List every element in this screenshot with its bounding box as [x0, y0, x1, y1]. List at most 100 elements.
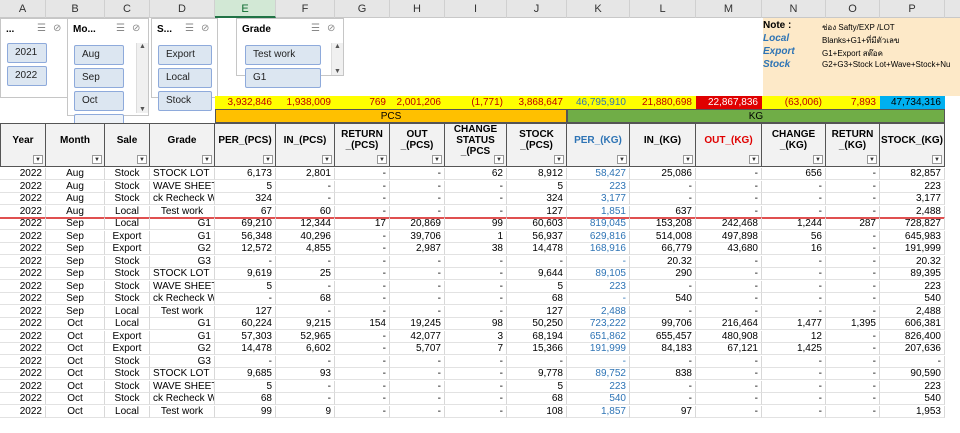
table-cell[interactable]: 324 [507, 193, 567, 205]
table-cell[interactable]: - [390, 305, 445, 318]
table-cell[interactable]: 2022 [0, 293, 46, 305]
table-cell[interactable]: Sep [46, 293, 105, 305]
table-cell[interactable]: 38 [445, 243, 507, 255]
slicer-item[interactable]: Export [158, 45, 212, 65]
table-cell[interactable]: 68 [507, 293, 567, 305]
filter-dropdown-icon[interactable]: ▼ [494, 155, 504, 164]
table-cell[interactable]: 4,855 [276, 243, 335, 255]
table-cell[interactable]: - [445, 405, 507, 418]
table-cell[interactable]: 2022 [0, 230, 46, 243]
table-cell[interactable]: 723,222 [567, 318, 630, 330]
table-cell[interactable]: 60,603 [507, 218, 567, 230]
table-cell[interactable]: 15,366 [507, 343, 567, 355]
table-cell[interactable]: 68,194 [507, 330, 567, 343]
slicer-scrollbar[interactable]: ▲ ▼ [136, 43, 148, 113]
table-cell[interactable]: - [762, 393, 826, 405]
table-cell[interactable]: 2022 [0, 393, 46, 405]
table-cell[interactable]: 20,869 [390, 218, 445, 230]
table-cell[interactable]: - [445, 255, 507, 268]
table-cell[interactable]: 2022 [0, 205, 46, 218]
table-cell[interactable]: Stock [105, 180, 150, 193]
table-cell[interactable]: G3 [150, 255, 215, 268]
table-cell[interactable]: 56,348 [215, 230, 276, 243]
table-cell[interactable]: Oct [46, 330, 105, 343]
table-cell[interactable]: - [826, 230, 880, 243]
header-7[interactable]: OUT _(PCS) ▼ [390, 123, 445, 167]
table-cell[interactable]: 2022 [0, 243, 46, 255]
table-cell[interactable]: - [696, 305, 762, 318]
table-cell[interactable]: Sep [46, 280, 105, 293]
header-2[interactable]: Sale ▼ [105, 123, 150, 167]
table-cell[interactable]: Local [105, 305, 150, 318]
table-cell[interactable]: - [445, 380, 507, 393]
clear-filter-icon[interactable]: ⊘ [201, 23, 209, 34]
slicer-item[interactable]: Local [158, 68, 212, 88]
table-cell[interactable]: 12 [762, 330, 826, 343]
table-cell[interactable]: - [826, 280, 880, 293]
table-cell[interactable]: - [826, 405, 880, 418]
table-cell[interactable]: Oct [46, 318, 105, 330]
table-cell[interactable]: 67,121 [696, 343, 762, 355]
table-cell[interactable]: 9,685 [215, 368, 276, 380]
table-cell[interactable]: 52,965 [276, 330, 335, 343]
total-cell[interactable]: 3,932,846 [215, 96, 276, 109]
table-cell[interactable]: - [630, 380, 696, 393]
table-cell[interactable]: 25 [276, 268, 335, 280]
total-cell[interactable]: 47,734,316 [880, 96, 945, 109]
table-cell[interactable]: - [826, 393, 880, 405]
total-cell[interactable]: 22,867,836 [696, 96, 762, 109]
header-5[interactable]: IN_(PCS) ▼ [276, 123, 335, 167]
header-14[interactable]: RETURN _(KG) ▼ [826, 123, 880, 167]
table-cell[interactable]: - [630, 180, 696, 193]
table-cell[interactable]: 68 [507, 393, 567, 405]
table-cell[interactable]: 656 [762, 168, 826, 180]
column-letter-i[interactable]: I [445, 0, 507, 18]
table-cell[interactable]: - [276, 355, 335, 368]
table-cell[interactable]: - [445, 293, 507, 305]
table-cell[interactable]: 2,987 [390, 243, 445, 255]
table-cell[interactable]: ck Recheck W [150, 293, 215, 305]
table-cell[interactable]: Sep [46, 255, 105, 268]
total-cell[interactable]: (63,006) [762, 96, 826, 109]
table-cell[interactable]: - [567, 255, 630, 268]
filter-dropdown-icon[interactable]: ▼ [813, 155, 823, 164]
table-cell[interactable]: - [696, 355, 762, 368]
table-cell[interactable]: - [445, 205, 507, 218]
table-cell[interactable]: Export [105, 243, 150, 255]
table-cell[interactable]: Oct [46, 405, 105, 418]
table-cell[interactable]: Stock [105, 380, 150, 393]
multi-select-icon[interactable]: ☰ [311, 23, 320, 34]
table-cell[interactable]: - [826, 243, 880, 255]
total-cell[interactable]: 769 [335, 96, 390, 109]
table-cell[interactable]: - [762, 180, 826, 193]
table-cell[interactable]: - [390, 193, 445, 205]
table-cell[interactable]: - [215, 355, 276, 368]
table-cell[interactable]: - [762, 355, 826, 368]
total-cell[interactable]: (1,771) [445, 96, 507, 109]
table-cell[interactable]: - [335, 230, 390, 243]
table-cell[interactable]: - [335, 180, 390, 193]
table-cell[interactable]: G3 [150, 355, 215, 368]
table-cell[interactable]: 2022 [0, 355, 46, 368]
table-cell[interactable]: - [630, 280, 696, 293]
table-cell[interactable]: Sep [46, 305, 105, 318]
clear-filter-icon[interactable]: ⊘ [327, 23, 335, 34]
table-cell[interactable]: 637 [630, 205, 696, 218]
slicer-item[interactable]: Aug [74, 45, 124, 65]
table-cell[interactable]: 2022 [0, 343, 46, 355]
table-cell[interactable]: 2022 [0, 280, 46, 293]
table-cell[interactable]: 5 [215, 280, 276, 293]
table-cell[interactable]: - [826, 368, 880, 380]
table-cell[interactable]: - [445, 280, 507, 293]
table-cell[interactable]: 2,488 [567, 305, 630, 318]
table-cell[interactable]: 60 [276, 205, 335, 218]
clear-filter-icon[interactable]: ⊘ [53, 23, 61, 34]
table-cell[interactable]: Aug [46, 168, 105, 180]
table-cell[interactable]: 838 [630, 368, 696, 380]
scroll-down-icon[interactable]: ▼ [332, 68, 343, 75]
table-cell[interactable]: 7 [445, 343, 507, 355]
table-cell[interactable]: 2022 [0, 255, 46, 268]
table-cell[interactable]: 819,045 [567, 218, 630, 230]
table-cell[interactable]: 2022 [0, 305, 46, 318]
table-cell[interactable]: - [215, 293, 276, 305]
